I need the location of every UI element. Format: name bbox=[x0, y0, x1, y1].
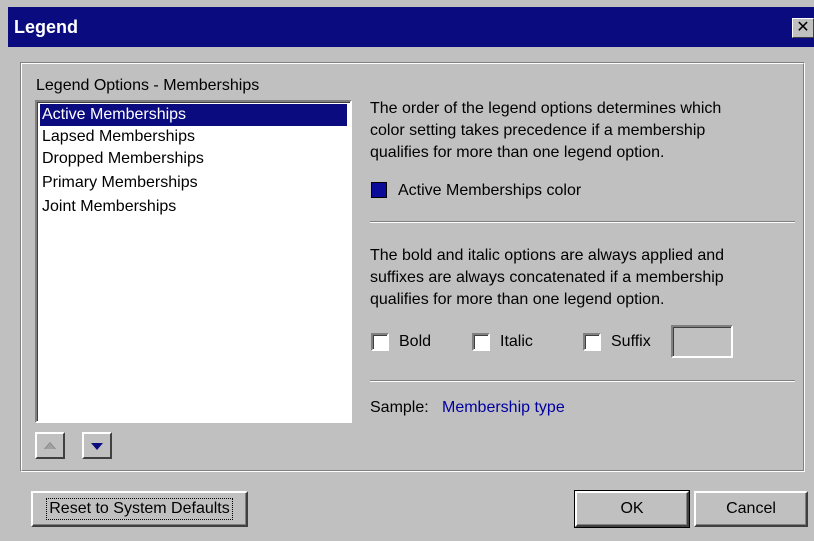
legend-dialog: Legend ✕ Legend Options - Memberships Ac… bbox=[0, 0, 814, 541]
suffix-checkbox[interactable] bbox=[583, 333, 601, 351]
move-up-button[interactable] bbox=[35, 432, 65, 459]
reset-defaults-button[interactable]: Reset to System Defaults bbox=[31, 491, 248, 527]
bold-checkbox[interactable] bbox=[371, 333, 389, 351]
close-button[interactable]: ✕ bbox=[792, 18, 814, 38]
list-item-primary-memberships[interactable]: Primary Memberships bbox=[40, 172, 198, 194]
bold-label: Bold bbox=[399, 333, 432, 350]
divider bbox=[370, 221, 795, 223]
move-down-button[interactable] bbox=[82, 432, 112, 459]
list-item-lapsed-memberships[interactable]: Lapsed Memberships bbox=[40, 126, 195, 148]
title-bar: Legend ✕ bbox=[8, 7, 814, 47]
cancel-label: Cancel bbox=[726, 500, 776, 517]
group-label: Legend Options - Memberships bbox=[36, 77, 260, 94]
format-description: The bold and italic options are always a… bbox=[370, 247, 725, 308]
arrow-up-icon bbox=[44, 441, 56, 449]
italic-label: Italic bbox=[500, 333, 533, 350]
ok-button[interactable]: OK bbox=[574, 490, 690, 528]
list-item-joint-memberships[interactable]: Joint Memberships bbox=[40, 196, 176, 218]
color-swatch[interactable] bbox=[371, 182, 387, 198]
dialog-title: Legend bbox=[14, 17, 79, 37]
membership-listbox[interactable]: Active Memberships Lapsed Memberships Dr… bbox=[35, 100, 352, 423]
sample-label: Sample: bbox=[370, 399, 429, 416]
arrow-down-icon bbox=[91, 442, 103, 450]
sample-preview: Membership type bbox=[442, 399, 565, 416]
suffix-input[interactable] bbox=[671, 325, 733, 358]
list-item-dropped-memberships[interactable]: Dropped Memberships bbox=[40, 148, 204, 170]
close-icon: ✕ bbox=[796, 19, 810, 36]
divider bbox=[370, 380, 795, 382]
suffix-label: Suffix bbox=[611, 333, 651, 350]
reset-defaults-label: Reset to System Defaults bbox=[46, 498, 233, 520]
cancel-button[interactable]: Cancel bbox=[694, 491, 808, 527]
italic-checkbox[interactable] bbox=[472, 333, 490, 351]
order-description: The order of the legend options determin… bbox=[370, 100, 722, 161]
list-item-active-memberships[interactable]: Active Memberships bbox=[40, 104, 347, 126]
color-label: Active Memberships color bbox=[398, 182, 582, 199]
ok-label: OK bbox=[620, 500, 644, 517]
